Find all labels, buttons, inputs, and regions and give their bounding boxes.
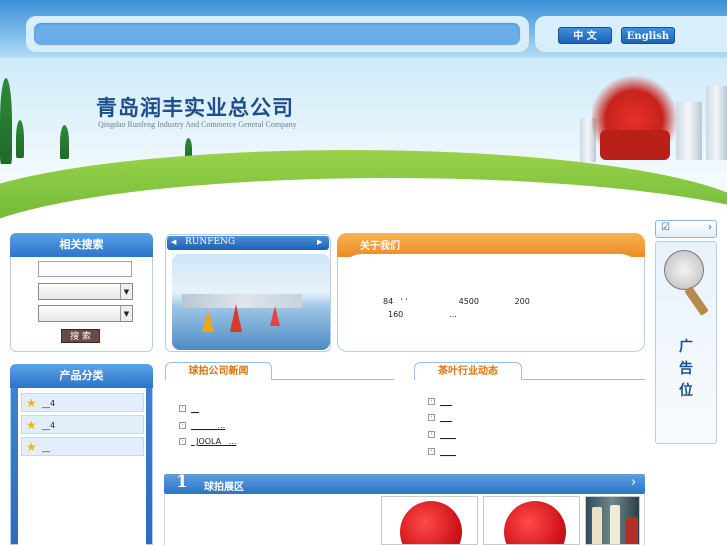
chevron-down-icon: ▼ xyxy=(120,284,132,299)
sculpture-base-image xyxy=(600,130,670,160)
top-search-bar[interactable] xyxy=(33,22,521,46)
industry-item[interactable]: › ____ xyxy=(428,446,456,458)
tab-industry-news[interactable]: 茶叶行业动态 xyxy=(414,362,522,380)
search-button[interactable]: 搜 索 xyxy=(61,329,100,343)
about-text-line2: 160 ... xyxy=(388,310,457,319)
city-skyline-image xyxy=(182,294,302,308)
bullet-icon: › xyxy=(179,405,186,412)
product-thumbnail[interactable] xyxy=(381,496,478,545)
category-item-label: __4 xyxy=(42,421,56,430)
sail-image xyxy=(270,306,280,326)
sail-image xyxy=(202,310,214,332)
search-panel-title: 相关搜索 xyxy=(10,233,153,257)
product-thumbnail[interactable] xyxy=(483,496,580,545)
news-item[interactable]: › ______ ... xyxy=(179,420,225,432)
chevron-down-icon: ▼ xyxy=(120,306,132,321)
star-icon: ★ xyxy=(26,418,37,432)
category-item[interactable]: ★ __4 xyxy=(21,393,144,412)
subcategory-select[interactable]: ▼ xyxy=(38,305,133,322)
bullet-icon: › xyxy=(428,414,435,421)
showcase-more-icon[interactable]: › xyxy=(631,475,636,490)
windsurfing-photo[interactable] xyxy=(172,254,330,350)
category-item-label: __4 xyxy=(42,399,56,408)
about-title: 关于我们 xyxy=(360,241,400,252)
ad-top-bar[interactable]: ☑ › xyxy=(655,220,717,238)
building-decoration xyxy=(676,102,702,160)
chinese-language-button[interactable]: 中 文 xyxy=(558,27,612,44)
company-name-en: Qingdao Runfeng Industry And Commerce Ge… xyxy=(98,120,297,129)
bullet-icon: › xyxy=(428,431,435,438)
news-item[interactable]: › JOOLA ... xyxy=(179,436,236,448)
company-name-cn: 青岛润丰实业总公司 xyxy=(96,95,294,120)
industry-item[interactable]: › ____ xyxy=(428,429,456,441)
ad-label: 广 告 位 xyxy=(679,339,693,399)
industry-tab-rule xyxy=(522,379,645,380)
bullet-icon: › xyxy=(179,422,186,429)
star-icon: ★ xyxy=(26,440,37,454)
star-icon: ★ xyxy=(26,396,37,410)
keyword-input[interactable] xyxy=(38,261,132,277)
slideshow-title: RUNFENG xyxy=(185,237,236,247)
product-thumbnail[interactable] xyxy=(585,496,640,545)
news-item[interactable]: › __ xyxy=(179,403,199,415)
checkmark-icon: ☑ xyxy=(661,222,670,233)
site-header: 中 文 English 青岛润丰实业总公司 Qingdao Runfeng In… xyxy=(0,0,727,228)
slideshow-next-icon[interactable]: ▶ xyxy=(317,238,322,246)
industry-item[interactable]: › ___ xyxy=(428,396,452,408)
showcase-title: 球拍展区 xyxy=(204,482,244,493)
ping-pong-paddle-image xyxy=(662,250,712,318)
category-select[interactable]: ▼ xyxy=(38,283,133,300)
bullet-icon: › xyxy=(179,438,186,445)
tab-company-news[interactable]: 球拍公司新闻 xyxy=(165,362,272,380)
slideshow-prev-icon[interactable]: ◀ xyxy=(171,238,176,246)
tree-decoration xyxy=(16,120,24,158)
building-decoration xyxy=(706,86,727,160)
product-box-image xyxy=(592,507,602,544)
showcase-number: 1 xyxy=(176,472,188,492)
about-text-line1: 84 ' ' 4500 200 xyxy=(383,297,530,306)
category-item[interactable]: ★ __ xyxy=(21,437,144,456)
product-box-image xyxy=(626,517,638,544)
bullet-icon: › xyxy=(428,398,435,405)
industry-item[interactable]: › ___ xyxy=(428,412,452,424)
about-header-curve xyxy=(340,254,642,284)
red-paddle-image xyxy=(504,501,566,544)
category-item[interactable]: ★ __4 xyxy=(21,415,144,434)
bullet-icon: › xyxy=(428,448,435,455)
sail-image xyxy=(230,304,242,332)
red-paddle-image xyxy=(400,501,462,544)
news-tab-rule xyxy=(272,379,394,380)
product-box-image xyxy=(610,505,620,544)
tree-decoration xyxy=(60,125,69,159)
english-language-button[interactable]: English xyxy=(621,27,675,44)
category-panel-title: 产品分类 xyxy=(10,364,153,388)
ad-arrow-icon: › xyxy=(708,222,712,233)
category-item-label: __ xyxy=(42,443,50,452)
tree-decoration xyxy=(0,78,12,164)
